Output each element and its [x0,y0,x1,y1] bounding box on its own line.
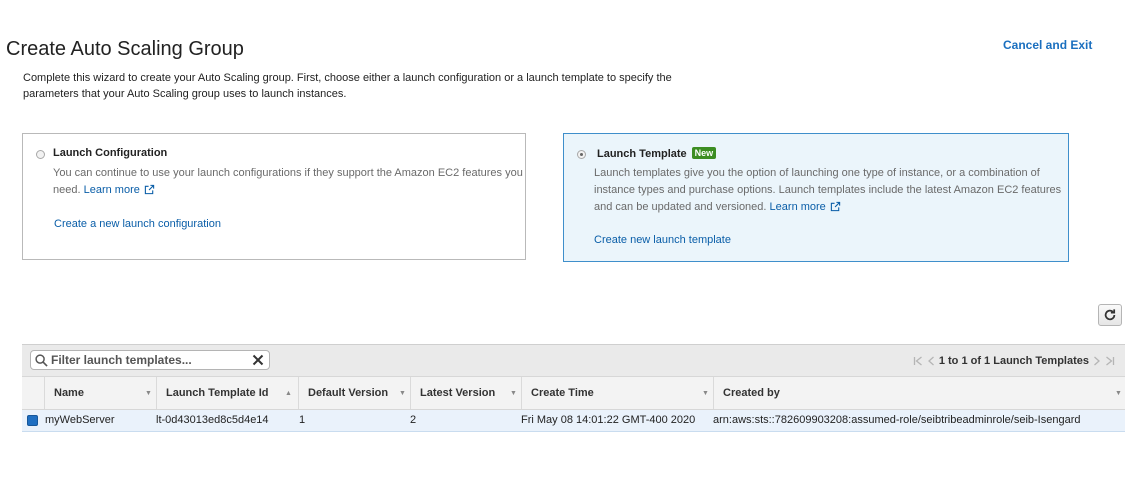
new-badge: New [691,147,717,159]
page-title: Create Auto Scaling Group [6,38,244,60]
first-page-icon[interactable] [913,356,923,366]
sort-caret-icon[interactable]: ▼ [702,390,709,397]
last-page-icon[interactable] [1105,356,1115,366]
column-header-launch-template-id[interactable]: Launch Template Id ▲ [156,377,298,409]
create-launch-configuration-link[interactable]: Create a new launch configuration [54,218,221,230]
column-header-create-time[interactable]: Create Time ▼ [521,377,713,409]
table-toolbar: 1 to 1 of 1 Launch Templates [22,344,1125,376]
refresh-button[interactable] [1098,304,1122,326]
launch-template-radio[interactable] [577,150,586,159]
sort-caret-icon[interactable]: ▼ [510,390,517,397]
table-header: Name ▼ Launch Template Id ▲ Default Vers… [22,376,1125,410]
select-column-header [22,377,44,409]
launch-configuration-card[interactable]: Launch Configuration You can continue to… [22,133,526,260]
launch-configuration-title: Launch Configuration [53,147,168,159]
cell-launch-template-id: lt-0d43013ed8c5d4e14 [156,414,269,426]
cell-latest-version: 2 [410,414,417,426]
sort-caret-icon[interactable]: ▼ [1115,390,1122,397]
launch-configuration-radio[interactable] [36,150,45,159]
create-launch-template-link[interactable]: Create new launch template [594,234,731,246]
cell-create-time: Fri May 08 14:01:22 GMT-400 2020 [521,414,696,426]
launch-template-description: Launch templates give you the option of … [594,167,1062,213]
external-link-icon [144,184,155,195]
next-page-icon[interactable] [1093,356,1101,366]
wizard-intro: Complete this wizard to create your Auto… [23,72,672,100]
pagination-label: 1 to 1 of 1 Launch Templates [938,355,1089,367]
filter-launch-templates-input[interactable] [51,352,247,368]
cell-name: myWebServer [45,414,115,426]
column-header-default-version[interactable]: Default Version ▼ [298,377,410,409]
filter-box[interactable] [30,350,270,370]
row-select-checkbox[interactable] [27,415,38,426]
column-header-name[interactable]: Name ▼ [44,377,156,409]
sort-caret-icon[interactable]: ▼ [399,390,406,397]
column-header-latest-version[interactable]: Latest Version ▼ [410,377,521,409]
sort-ascending-icon[interactable]: ▲ [285,390,292,397]
cancel-and-exit-link[interactable]: Cancel and Exit [1003,38,1092,52]
previous-page-icon[interactable] [927,356,935,366]
close-icon[interactable] [252,354,264,366]
table-row[interactable]: myWebServer lt-0d43013ed8c5d4e14 1 2 Fri… [22,410,1125,432]
column-header-created-by[interactable]: Created by ▼ [713,377,1125,409]
refresh-icon [1104,309,1116,321]
launch-configuration-learn-more-link[interactable]: Learn more [84,184,155,196]
pagination: 1 to 1 of 1 Launch Templates [913,353,1115,369]
launch-template-card[interactable]: Launch Template New Launch templates give… [563,133,1069,262]
launch-template-title: Launch Template New [597,147,717,160]
external-link-icon [830,201,840,212]
sort-caret-icon[interactable]: ▼ [145,390,152,397]
cell-created-by: arn:aws:sts::782609903208:assumed-role/s… [713,414,1081,426]
launch-template-learn-more-link[interactable]: Learn more [770,201,841,213]
search-icon [35,354,48,367]
cell-default-version: 1 [299,414,306,426]
launch-configuration-description: You can continue to use your launch conf… [53,167,523,196]
